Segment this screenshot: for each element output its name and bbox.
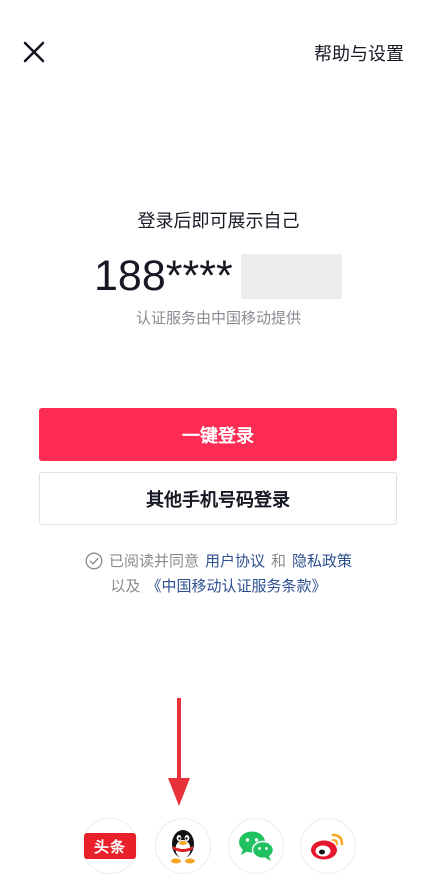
qq-penguin-icon [171, 830, 195, 864]
close-icon [23, 41, 45, 63]
agreement-check-icon[interactable] [85, 552, 103, 570]
phone-redaction-block [241, 254, 342, 299]
agreement-also: 以及 [110, 577, 141, 595]
toutiao-label: 头条 [93, 837, 126, 856]
phone-number-text: 188**** [94, 251, 233, 300]
masked-phone-number: 188**** [94, 251, 233, 301]
agreement-and: 和 [271, 552, 287, 570]
annotation-arrow-icon [168, 698, 190, 806]
toutiao-icon: 头条 [84, 833, 136, 859]
toutiao-login-button[interactable]: 头条 [82, 818, 138, 874]
qq-login-button[interactable] [155, 818, 211, 874]
other-phone-login-button[interactable]: 其他手机号码登录 [39, 472, 397, 525]
agreement-prefix: 已阅读并同意 [108, 552, 199, 570]
one-click-login-button[interactable]: 一键登录 [39, 408, 397, 461]
provider-note: 认证服务由中国移动提供 [135, 309, 301, 327]
wechat-icon [239, 831, 275, 861]
privacy-policy-link[interactable]: 隐私政策 [292, 550, 352, 571]
weibo-login-button[interactable] [300, 818, 356, 874]
close-button[interactable] [18, 36, 50, 68]
weibo-icon [311, 833, 344, 860]
agreement-line-2: 以及 《中国移动认证服务条款》 [0, 575, 437, 596]
cmcc-terms-link[interactable]: 《中国移动认证服务条款》 [147, 575, 327, 596]
help-settings-link[interactable]: 帮助与设置 [314, 40, 404, 66]
login-headline: 登录后即可展示自己 [137, 211, 300, 232]
wechat-login-button[interactable] [228, 818, 284, 874]
user-agreement-link[interactable]: 用户协议 [205, 550, 265, 571]
agreement-line-1: 已阅读并同意 用户协议 和 隐私政策 [0, 550, 437, 571]
